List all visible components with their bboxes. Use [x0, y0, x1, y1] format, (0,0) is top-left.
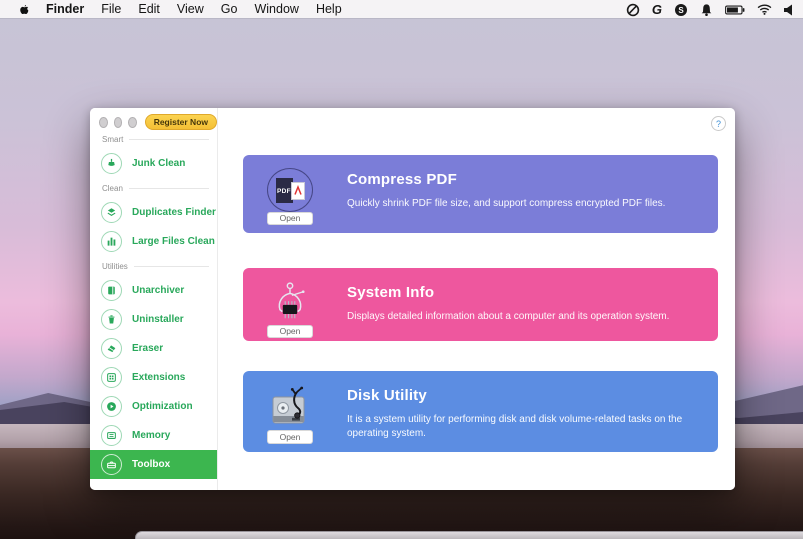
large-files-clean-icon: [101, 231, 122, 252]
open-compress-pdf-button[interactable]: Open: [267, 212, 313, 225]
sidebar-item-junk-clean[interactable]: Junk Clean: [90, 149, 217, 178]
system-info-claw-icon: [266, 281, 314, 325]
section-divider: [134, 266, 209, 267]
sidebar-item-label: Large Files Clean: [132, 236, 215, 247]
apple-logo-icon: [17, 2, 30, 17]
skype-icon[interactable]: S: [674, 3, 688, 17]
card-icon-column: PDF Open: [262, 168, 318, 225]
section-smart: Smart: [102, 134, 209, 144]
sidebar-item-extensions[interactable]: Extensions: [90, 363, 217, 392]
card-disk-utility: Open Disk Utility It is a system utility…: [243, 371, 718, 452]
section-divider: [129, 188, 209, 189]
card-title: Disk Utility: [347, 387, 704, 404]
card-system-info: Open System Info Displays detailed infor…: [243, 268, 718, 341]
main-content: ? PDF Open Compress PDF Quickly shrink P…: [218, 108, 735, 490]
disk-utility-stethoscope-icon: [266, 384, 314, 430]
window-titlebar: Register Now: [90, 108, 217, 129]
sidebar-item-label: Extensions: [132, 372, 185, 383]
svg-text:S: S: [678, 6, 684, 15]
volume-icon[interactable]: [784, 4, 795, 16]
section-utilities: Utilities: [102, 261, 209, 271]
section-label: Clean: [102, 184, 123, 193]
sidebar-item-label: Duplicates Finder: [132, 207, 216, 218]
card-icon-column: Open: [262, 384, 318, 444]
menu-help[interactable]: Help: [316, 2, 342, 16]
card-title: Compress PDF: [347, 171, 665, 188]
sidebar-item-unarchiver[interactable]: Unarchiver: [90, 276, 217, 305]
uninstaller-icon: [101, 309, 122, 330]
grammarly-icon[interactable]: G: [652, 2, 662, 17]
compress-pdf-icon: PDF: [267, 168, 313, 212]
sidebar-item-label: Optimization: [132, 401, 193, 412]
battery-icon[interactable]: [725, 5, 745, 15]
menu-view[interactable]: View: [177, 2, 204, 16]
sidebar-item-large-files-clean[interactable]: Large Files Clean: [90, 227, 217, 256]
menu-window[interactable]: Window: [254, 2, 298, 16]
app-window: Register Now Smart Junk Clean Clean: [90, 108, 735, 490]
sidebar-item-memory[interactable]: Memory: [90, 421, 217, 450]
section-label: Smart: [102, 135, 123, 144]
notifications-bell-icon[interactable]: [700, 3, 713, 17]
pdf-page-glyph: [291, 182, 305, 200]
sidebar-item-eraser[interactable]: Eraser: [90, 334, 217, 363]
do-not-disturb-icon[interactable]: [626, 3, 640, 17]
sidebar-item-optimization[interactable]: Optimization: [90, 392, 217, 421]
duplicates-finder-icon: [101, 202, 122, 223]
menu-go[interactable]: Go: [221, 2, 238, 16]
open-disk-utility-button[interactable]: Open: [267, 430, 313, 444]
sidebar-item-uninstaller[interactable]: Uninstaller: [90, 305, 217, 334]
section-label: Utilities: [102, 262, 128, 271]
menu-file[interactable]: File: [101, 2, 121, 16]
optimization-icon: [101, 396, 122, 417]
menu-bar: Finder File Edit View Go Window Help G S: [0, 0, 803, 19]
menu-edit[interactable]: Edit: [138, 2, 160, 16]
card-description: It is a system utility for performing di…: [347, 413, 704, 441]
sidebar-item-duplicates-finder[interactable]: Duplicates Finder: [90, 198, 217, 227]
card-title: System Info: [347, 284, 669, 301]
status-icons: G S: [626, 0, 795, 19]
card-description: Quickly shrink PDF file size, and suppor…: [347, 197, 665, 211]
apple-menu[interactable]: [17, 2, 30, 17]
open-system-info-button[interactable]: Open: [267, 325, 313, 338]
sidebar-item-label: Junk Clean: [132, 158, 185, 169]
card-text: System Info Displays detailed informatio…: [347, 281, 669, 333]
sidebar: Register Now Smart Junk Clean Clean: [90, 108, 218, 490]
menu-finder[interactable]: Finder: [46, 2, 84, 16]
memory-icon: [101, 425, 122, 446]
card-text: Disk Utility It is a system utility for …: [347, 384, 704, 444]
desktop: Finder File Edit View Go Window Help G S: [0, 0, 803, 539]
minimize-window-button[interactable]: [114, 117, 123, 128]
toolbox-icon: [101, 454, 122, 475]
section-clean: Clean: [102, 183, 209, 193]
sidebar-item-label: Eraser: [132, 343, 163, 354]
card-text: Compress PDF Quickly shrink PDF file siz…: [347, 168, 665, 225]
sidebar-item-label: Memory: [132, 430, 170, 441]
zoom-window-button[interactable]: [128, 117, 137, 128]
unarchiver-icon: [101, 280, 122, 301]
close-window-button[interactable]: [99, 117, 108, 128]
junk-clean-icon: [101, 153, 122, 174]
dock[interactable]: [135, 531, 803, 539]
card-compress-pdf: PDF Open Compress PDF Quickly shrink PDF…: [243, 155, 718, 233]
sidebar-item-toolbox[interactable]: Toolbox: [90, 450, 217, 479]
section-divider: [129, 139, 209, 140]
sidebar-item-label: Unarchiver: [132, 285, 184, 296]
card-icon-column: Open: [262, 281, 318, 333]
card-description: Displays detailed information about a co…: [347, 310, 669, 324]
help-button[interactable]: ?: [711, 116, 726, 131]
sidebar-item-label: Uninstaller: [132, 314, 184, 325]
extensions-icon: [101, 367, 122, 388]
eraser-icon: [101, 338, 122, 359]
register-now-button[interactable]: Register Now: [145, 114, 217, 130]
wifi-icon[interactable]: [757, 4, 772, 15]
sidebar-item-label: Toolbox: [132, 459, 170, 470]
